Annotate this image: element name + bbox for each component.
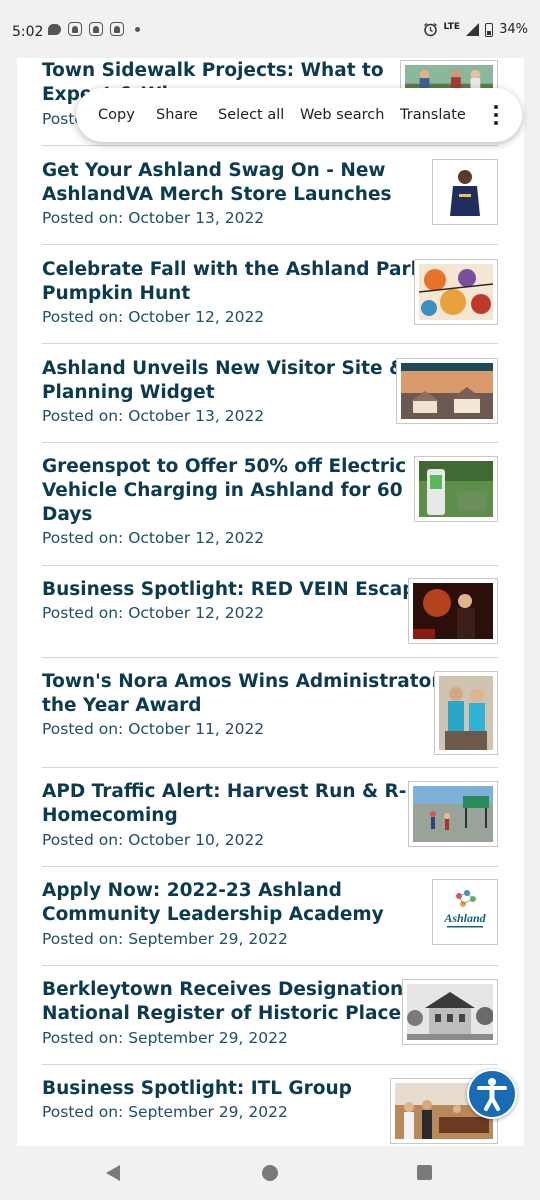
news-item[interactable]: Ashland Unveils New Visitor Site & Plann… (42, 344, 498, 443)
news-date: Posted on: October 12, 2022 (42, 604, 265, 622)
news-item[interactable]: Town's Nora Amos Wins Administrator of t… (42, 658, 498, 768)
news-date: Posted on: October 11, 2022 (42, 720, 265, 738)
translate-menu-item[interactable]: Translate (400, 107, 466, 123)
home-icon[interactable] (262, 1165, 278, 1181)
news-title-line[interactable]: Celebrate Fall with the Ashland Parks (42, 258, 434, 282)
news-title-line[interactable]: Apply Now: 2022-23 Ashland (42, 879, 384, 903)
news-thumbnail[interactable] (402, 979, 498, 1045)
news-title-line[interactable]: Business Spotlight: RED VEIN Escape (42, 578, 428, 602)
news-item[interactable]: Business Spotlight: ITL Group Posted on:… (42, 1065, 498, 1146)
notification-dot-icon (135, 26, 140, 32)
battery-level: 34% (499, 22, 528, 37)
news-item[interactable]: Greenspot to Offer 50% off Electric Vehi… (42, 443, 498, 566)
news-thumbnail[interactable] (414, 456, 498, 522)
message-bubble-icon (48, 23, 61, 35)
snapchat-icon (110, 22, 124, 36)
news-item[interactable]: APD Traffic Alert: Harvest Run & R-MC Ho… (42, 768, 498, 867)
news-thumbnail[interactable] (408, 578, 498, 644)
news-item[interactable]: Business Spotlight: RED VEIN Escape Post… (42, 566, 498, 658)
news-date: Posted on: October 13, 2022 (42, 407, 265, 425)
news-thumbnail[interactable] (434, 671, 498, 755)
news-date: Posted on: September 29, 2022 (42, 930, 288, 948)
share-menu-item[interactable]: Share (156, 107, 198, 123)
news-title[interactable]: Town's Nora Amos Wins Administrator of t… (42, 670, 468, 718)
system-icons: LTE 34% (423, 22, 528, 37)
recents-icon[interactable] (417, 1165, 432, 1180)
accessibility-icon (477, 1078, 507, 1111)
news-title[interactable]: APD Traffic Alert: Harvest Run & R-MC Ho… (42, 780, 438, 828)
news-date: Posted on: October 10, 2022 (42, 831, 265, 849)
news-thumbnail[interactable] (432, 159, 498, 225)
news-title-line[interactable]: National Register of Historic Places (42, 1002, 436, 1026)
news-date: Posted on: October 12, 2022 (42, 308, 265, 326)
news-title[interactable]: Apply Now: 2022-23 Ashland Community Lea… (42, 879, 384, 927)
navigation-bar (0, 1146, 540, 1200)
logo-text: Ashland (443, 911, 486, 925)
news-title-line[interactable]: Pumpkin Hunt (42, 282, 434, 306)
news-title-line[interactable]: Ashland Unveils New Visitor Site & (42, 357, 405, 381)
news-title-line[interactable]: Berkleytown Receives Designation on (42, 978, 436, 1002)
news-title[interactable]: Greenspot to Offer 50% off Electric Vehi… (42, 455, 406, 527)
text-selection-menu: Copy Share Select all Web search Transla… (76, 88, 522, 142)
news-title-line[interactable]: Vehicle Charging in Ashland for 60 (42, 479, 406, 503)
network-type: LTE (443, 21, 461, 32)
news-list-page: Town Sidewalk Projects: What to Expect &… (17, 58, 524, 1146)
status-time: 5:02 (12, 24, 44, 40)
news-title-line[interactable]: Greenspot to Offer 50% off Electric (42, 455, 406, 479)
news-title-line[interactable]: Days (42, 503, 406, 527)
status-bar: 5:02 LTE 34% (0, 0, 540, 62)
signal-icon (466, 23, 480, 36)
snapchat-icon (68, 22, 82, 36)
web-search-menu-item[interactable]: Web search (300, 107, 384, 123)
news-title[interactable]: Berkleytown Receives Designation on Nati… (42, 978, 436, 1026)
notification-icons (48, 22, 140, 36)
news-title[interactable]: Ashland Unveils New Visitor Site & Plann… (42, 357, 405, 405)
news-title-line[interactable]: Get Your Ashland Swag On - New (42, 159, 392, 183)
copy-menu-item[interactable]: Copy (98, 107, 135, 123)
news-thumbnail[interactable]: Ashland (432, 879, 498, 945)
news-title-line[interactable]: AshlandVA Merch Store Launches (42, 183, 392, 207)
news-title[interactable]: Business Spotlight: ITL Group (42, 1077, 352, 1101)
select-all-menu-item[interactable]: Select all (218, 107, 284, 123)
news-item[interactable]: Berkleytown Receives Designation on Nati… (42, 966, 498, 1065)
news-title-line[interactable]: Town's Nora Amos Wins Administrator of (42, 670, 468, 694)
news-thumbnail[interactable] (396, 358, 498, 424)
news-title[interactable]: Business Spotlight: RED VEIN Escape (42, 578, 428, 602)
news-date: Posted on: October 13, 2022 (42, 209, 265, 227)
news-item[interactable]: Apply Now: 2022-23 Ashland Community Lea… (42, 867, 498, 966)
alarm-icon (423, 22, 437, 37)
news-title-line[interactable]: the Year Award (42, 694, 468, 718)
news-title-line[interactable]: Town Sidewalk Projects: What to (42, 59, 384, 83)
news-title[interactable]: Get Your Ashland Swag On - New AshlandVA… (42, 159, 392, 207)
battery-icon (485, 22, 494, 37)
news-title-line[interactable]: Homecoming (42, 804, 438, 828)
snapchat-icon (89, 22, 103, 36)
news-thumbnail[interactable] (414, 259, 498, 325)
back-icon[interactable] (106, 1165, 120, 1181)
accessibility-button[interactable] (467, 1069, 517, 1119)
overflow-menu-icon[interactable] (494, 105, 498, 125)
news-title-line[interactable]: APD Traffic Alert: Harvest Run & R-MC (42, 780, 438, 804)
news-date: Posted on: October 12, 2022 (42, 529, 265, 547)
news-date: Posted on: September 29, 2022 (42, 1029, 288, 1047)
news-item[interactable]: Get Your Ashland Swag On - New AshlandVA… (42, 146, 498, 245)
news-title-line[interactable]: Planning Widget (42, 381, 405, 405)
news-title-line[interactable]: Community Leadership Academy (42, 903, 384, 927)
news-title-line[interactable]: Business Spotlight: ITL Group (42, 1077, 352, 1101)
news-thumbnail[interactable] (408, 781, 498, 847)
news-title[interactable]: Celebrate Fall with the Ashland Parks Pu… (42, 258, 434, 306)
news-item[interactable]: Celebrate Fall with the Ashland Parks Pu… (42, 245, 498, 344)
news-date: Posted on: September 29, 2022 (42, 1103, 288, 1121)
